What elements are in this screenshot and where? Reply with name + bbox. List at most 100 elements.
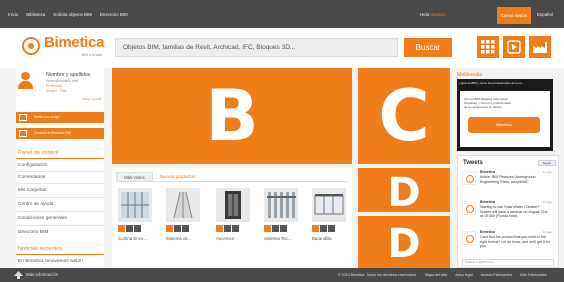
- menu-divider: [16, 225, 104, 226]
- control-panel-title: Panel de control: [18, 150, 59, 156]
- profile-profession: Profesión: [46, 84, 63, 88]
- banner-tile-d-2[interactable]: D: [358, 216, 450, 268]
- tabs-divider: [116, 181, 348, 182]
- tweet-item[interactable]: Bimetica 13 ago Starting to use Solar Wa…: [462, 200, 556, 226]
- banner-tile-d-1[interactable]: D: [358, 168, 450, 216]
- menu-divider: [16, 211, 104, 212]
- greeting-text: Hola: [420, 12, 430, 17]
- product-card[interactable]: Ascensor: [216, 188, 250, 252]
- banner-tile-b[interactable]: B: [112, 68, 352, 164]
- product-image: [264, 188, 298, 222]
- rating-icons: [216, 225, 239, 232]
- language-selector[interactable]: Español: [537, 12, 553, 17]
- video-frame: Qué es BIM (Building Information Modelin…: [460, 91, 550, 147]
- nav-biblioteca[interactable]: Biblioteca: [26, 12, 45, 17]
- grid-icon[interactable]: [477, 36, 499, 58]
- invite-friend-button[interactable]: Invitar a un amigo: [16, 112, 104, 123]
- search-button[interactable]: Buscar: [404, 38, 452, 57]
- product-card[interactable]: Sistema Tec...: [264, 188, 298, 252]
- menu-divider: [16, 197, 104, 198]
- footer-manufacturers-link[interactable]: Acceso Fabricantes: [481, 273, 513, 277]
- video-caption: ¿Qué es BIM y cómo los profesionales de …: [459, 81, 525, 85]
- tweets-widget: Tweets Seguir Bimetica 14 ago Article: B…: [457, 155, 559, 268]
- control-panel-rule: [16, 158, 104, 159]
- tweet-author: Bimetica: [480, 200, 495, 204]
- footer-more-manufacturers-link[interactable]: Más Fabricantes: [520, 273, 547, 277]
- tweet-item[interactable]: Bimetica 14 ago Article: BIM Reduces Und…: [462, 170, 556, 196]
- products-panel: Más vistos Nuevos productos Cortina Envo…: [112, 168, 352, 268]
- search-input[interactable]: Objetos BIM, familias de Revit, Archicad…: [115, 38, 398, 57]
- avatar-head: [21, 72, 30, 80]
- top-nav: Inicio Biblioteca Solicita objetos BIM D…: [8, 12, 128, 17]
- avatar: [18, 72, 33, 89]
- left-sidebar: Nombre y apellidos correo@dominio.com Pr…: [16, 68, 104, 268]
- username-link[interactable]: Usuario: [430, 12, 445, 17]
- menu-divider: [16, 183, 104, 184]
- edit-profile-link[interactable]: Editar tu perfil: [82, 97, 101, 101]
- news-item[interactable]: En Bimetica renovamos web!!!: [18, 259, 83, 264]
- tweet-compose-input[interactable]: Twittear a @Bimetica: [462, 259, 554, 266]
- tweets-title: Tweets: [463, 160, 483, 166]
- product-image: [216, 188, 250, 222]
- profile-name: Nombre y apellidos: [46, 72, 91, 78]
- recent-news-title: Noticias recientes: [18, 246, 63, 252]
- contact-directory-button[interactable]: Contacta el Directorio BIM: [16, 128, 104, 139]
- menu-centro-ayuda[interactable]: Centro de ayuda: [18, 202, 53, 207]
- follow-button[interactable]: Seguir: [538, 160, 556, 166]
- video-player[interactable]: ¿Qué es BIM y cómo los profesionales de …: [457, 79, 553, 151]
- product-card[interactable]: Barandilla: [312, 188, 346, 252]
- product-image: [166, 188, 200, 222]
- multimedia-title: Multimedia: [457, 72, 483, 78]
- factory-icon[interactable]: [529, 36, 551, 58]
- user-greeting: Hola Usuario: [420, 12, 445, 17]
- footer: Más información © 2014 Bimetica. Todos l…: [0, 268, 564, 282]
- profile-email: correo@dominio.com: [46, 79, 79, 83]
- rating-icons: [312, 225, 335, 232]
- banner-tile-c[interactable]: C: [358, 68, 450, 164]
- footer-legal-link[interactable]: Aviso legal: [455, 273, 472, 277]
- tweet-author: Bimetica: [480, 170, 495, 174]
- menu-configuracion[interactable]: Configuración: [18, 163, 48, 168]
- tweet-text: Starting to use Solar Water Checker? Sol…: [480, 205, 549, 219]
- arrow-up-icon[interactable]: [14, 271, 23, 281]
- tweet-avatar: [462, 171, 476, 185]
- profile-card: Nombre y apellidos correo@dominio.com Pr…: [16, 68, 104, 102]
- product-label: Barandilla: [312, 236, 332, 241]
- invite-friend-label: Invitar a un amigo: [34, 115, 60, 119]
- nav-inicio[interactable]: Inicio: [8, 12, 18, 17]
- bimetica-logo[interactable]: Bimetica BIM a tu lado: [22, 34, 114, 62]
- tweet-date: 14 ago: [542, 170, 552, 174]
- tweet-date: 13 ago: [542, 230, 552, 234]
- nav-directorio[interactable]: Directorio BIM: [100, 12, 128, 17]
- profile-type: Usuario · Free: [46, 89, 67, 93]
- tweet-text: Card find the product that you need in t…: [480, 235, 551, 249]
- menu-condiciones[interactable]: Condiciones generales: [18, 216, 67, 221]
- logo-tagline: BIM a tu lado: [82, 53, 102, 57]
- more-info-link[interactable]: Más información: [26, 272, 58, 277]
- avatar-body: [18, 81, 33, 89]
- product-card[interactable]: Cortina Envo...: [118, 188, 152, 252]
- menu-comentarios[interactable]: Comentarios: [18, 175, 45, 180]
- tweet-author: Bimetica: [480, 230, 495, 234]
- product-card[interactable]: Sistema de...: [166, 188, 200, 252]
- tweet-item[interactable]: Bimetica 13 ago Card find the product th…: [462, 230, 556, 256]
- footer-sitemap-link[interactable]: Mapa del sitio: [425, 273, 447, 277]
- menu-mis-carpetas[interactable]: Mis Carpetas: [18, 188, 46, 193]
- play-icon[interactable]: [503, 36, 525, 58]
- product-label: Sistema de...: [166, 236, 192, 241]
- video-logo: Bimetica: [468, 117, 540, 133]
- rating-icons: [118, 225, 141, 232]
- product-label: Sistema Tec...: [264, 236, 292, 241]
- tweet-avatar: [462, 231, 476, 245]
- recent-news-rule: [16, 254, 104, 255]
- footer-links: © 2014 Bimetica. Todos los derechos rese…: [338, 273, 547, 277]
- menu-directorio-bim[interactable]: Directorio BIM: [18, 230, 48, 235]
- logo-mark-icon: [22, 37, 40, 55]
- tweet-text: Article: BIM Reduces Underground Enginee…: [480, 175, 536, 184]
- nav-solicita-objetos[interactable]: Solicita objetos BIM: [53, 12, 92, 17]
- product-image: [118, 188, 152, 222]
- logo-name: Bimetica: [44, 34, 105, 51]
- logout-button[interactable]: Cerrar sesión: [497, 7, 531, 24]
- mail-icon: [19, 114, 27, 121]
- top-bar: Inicio Biblioteca Solicita objetos BIM D…: [0, 0, 564, 28]
